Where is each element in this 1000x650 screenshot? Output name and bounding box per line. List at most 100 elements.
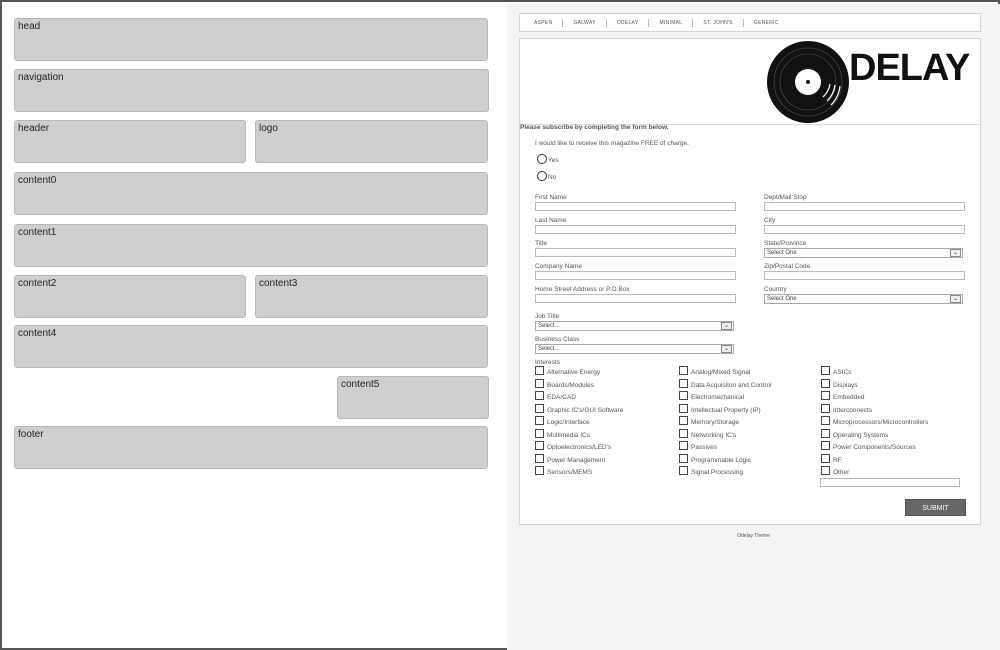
interest-checkbox[interactable] (535, 391, 544, 400)
block-label: header (18, 123, 50, 134)
interest-label: Signal Processing (691, 469, 744, 476)
interest-checkbox[interactable] (679, 453, 688, 463)
nav-item-generic[interactable]: GENERIC (744, 19, 789, 27)
interest-label: Power Management (547, 456, 606, 464)
receive-question: I would like to receive this magazine FR… (535, 140, 689, 147)
block-navigation[interactable]: navigation (14, 69, 489, 112)
interest-checkbox[interactable] (821, 403, 830, 413)
first-name-label: First Name (535, 194, 567, 201)
interest-label: Operating Systems (833, 431, 889, 439)
block-content1[interactable]: content1 (14, 224, 488, 267)
block-header[interactable]: header (14, 120, 246, 163)
block-content5[interactable]: content5 (337, 376, 489, 419)
last-name-field[interactable] (535, 225, 736, 234)
interest-label: ASICs (833, 369, 852, 376)
interest-checkbox[interactable] (679, 428, 688, 438)
interest-checkbox[interactable] (535, 366, 544, 375)
company-label: Company Name (535, 263, 582, 270)
first-name-field[interactable] (535, 202, 736, 211)
nav-item-st-john-s[interactable]: ST. JOHN'S (693, 18, 744, 27)
interest-label: Other (833, 469, 850, 476)
zip-field[interactable] (764, 271, 965, 280)
block-head[interactable]: head (14, 18, 488, 61)
address-label: Home Street Address or P.O.Box (535, 286, 630, 293)
state-select-value: Select One (767, 250, 797, 256)
interest-label: Interconnects (833, 406, 873, 414)
interest-checkbox[interactable] (679, 391, 688, 400)
interest-checkbox[interactable] (821, 428, 830, 438)
preview-nav: ASPEN GALWAY ODELAY MINIMAL ST. JOHN'S GENERI… (519, 13, 981, 32)
interest-label: EDA/CAD (547, 394, 576, 401)
block-label: content2 (18, 278, 57, 289)
nav-item-odelay[interactable]: ODELAY (607, 18, 650, 27)
nav-item-galway[interactable]: GALWAY (563, 18, 607, 27)
radio-no-label: No (548, 174, 557, 181)
block-footer[interactable]: footer (14, 426, 488, 469)
block-content4[interactable]: content4 (14, 325, 488, 368)
block-logo[interactable]: logo (255, 120, 488, 163)
interest-checkbox[interactable] (535, 403, 544, 413)
city-field[interactable] (764, 225, 965, 234)
block-content3[interactable]: content3 (255, 275, 488, 318)
interest-checkbox[interactable] (535, 441, 544, 450)
interest-label: Programmable Logic (691, 456, 751, 464)
block-content2[interactable]: content2 (14, 275, 246, 318)
interest-label: Power Components/Sources (833, 444, 916, 451)
job-title-select[interactable]: Select... ⌄ (535, 321, 734, 331)
nav-item-aspen[interactable]: ASPEN (524, 18, 564, 27)
interest-label: Multimedia ICs (547, 431, 590, 439)
state-select[interactable]: Select One ⌄ (764, 248, 963, 258)
dept-field[interactable] (764, 202, 965, 211)
interest-checkbox[interactable] (679, 366, 688, 375)
interest-checkbox[interactable] (679, 416, 688, 425)
interest-checkbox[interactable] (679, 403, 688, 413)
interest-checkbox[interactable] (679, 466, 688, 475)
interest-label: Data Acquisiton and Control (691, 381, 772, 389)
interest-checkbox[interactable] (535, 428, 544, 438)
app-frame: head navigation header logo content0 con… (0, 0, 1000, 650)
interest-label: Logic/Interface (547, 419, 590, 426)
country-select[interactable]: Select One ⌄ (764, 294, 963, 304)
other-interest-field[interactable] (820, 478, 960, 487)
block-label: footer (18, 429, 44, 440)
block-label: navigation (18, 72, 64, 83)
interest-checkbox[interactable] (821, 453, 830, 463)
radio-no[interactable] (537, 171, 547, 181)
interest-checkbox[interactable] (535, 416, 544, 425)
country-select-value: Select One (767, 296, 797, 302)
preview-page: DELAY Please subscribe by completing the… (519, 38, 981, 525)
chevron-down-icon: ⌄ (950, 249, 961, 257)
interest-checkbox[interactable] (821, 391, 830, 400)
interest-checkbox[interactable] (821, 378, 830, 388)
company-field[interactable] (535, 271, 736, 280)
interest-label: Graphic IC's/GUI Software (547, 406, 624, 414)
business-class-select-value: Select... (538, 346, 560, 352)
business-class-label: Business Class (535, 336, 580, 343)
interest-checkbox[interactable] (679, 441, 688, 450)
submit-button[interactable]: SUBMIT (905, 499, 966, 516)
block-content0[interactable]: content0 (14, 172, 488, 215)
form-title: Please subscribe by completing the form … (520, 124, 669, 131)
chevron-down-icon: ⌄ (950, 295, 961, 303)
interest-label: RF (833, 456, 842, 464)
chevron-down-icon: ⌄ (721, 322, 732, 330)
nav-item-minimal[interactable]: MINIMAL (649, 18, 694, 27)
job-title-select-value: Select... (538, 323, 560, 329)
interest-checkbox[interactable] (535, 378, 544, 388)
interest-checkbox[interactable] (535, 453, 544, 463)
title-field[interactable] (535, 248, 736, 257)
interest-checkbox[interactable] (821, 441, 830, 450)
address-field[interactable] (535, 294, 736, 303)
interest-checkbox[interactable] (821, 466, 830, 475)
interest-label: Alternative Energy (547, 369, 601, 376)
interest-label: Optoelectronics/LED's (547, 444, 612, 451)
block-label: content3 (259, 278, 298, 289)
interest-label: Boards/Modules (547, 381, 594, 389)
interest-checkbox[interactable] (821, 416, 830, 425)
interest-checkbox[interactable] (535, 466, 544, 475)
radio-yes[interactable] (537, 154, 547, 164)
interest-label: Microprocessors/Microcontrollers (833, 419, 929, 426)
interest-checkbox[interactable] (679, 378, 688, 388)
interest-checkbox[interactable] (821, 366, 830, 375)
business-class-select[interactable]: Select... ⌄ (535, 344, 734, 354)
